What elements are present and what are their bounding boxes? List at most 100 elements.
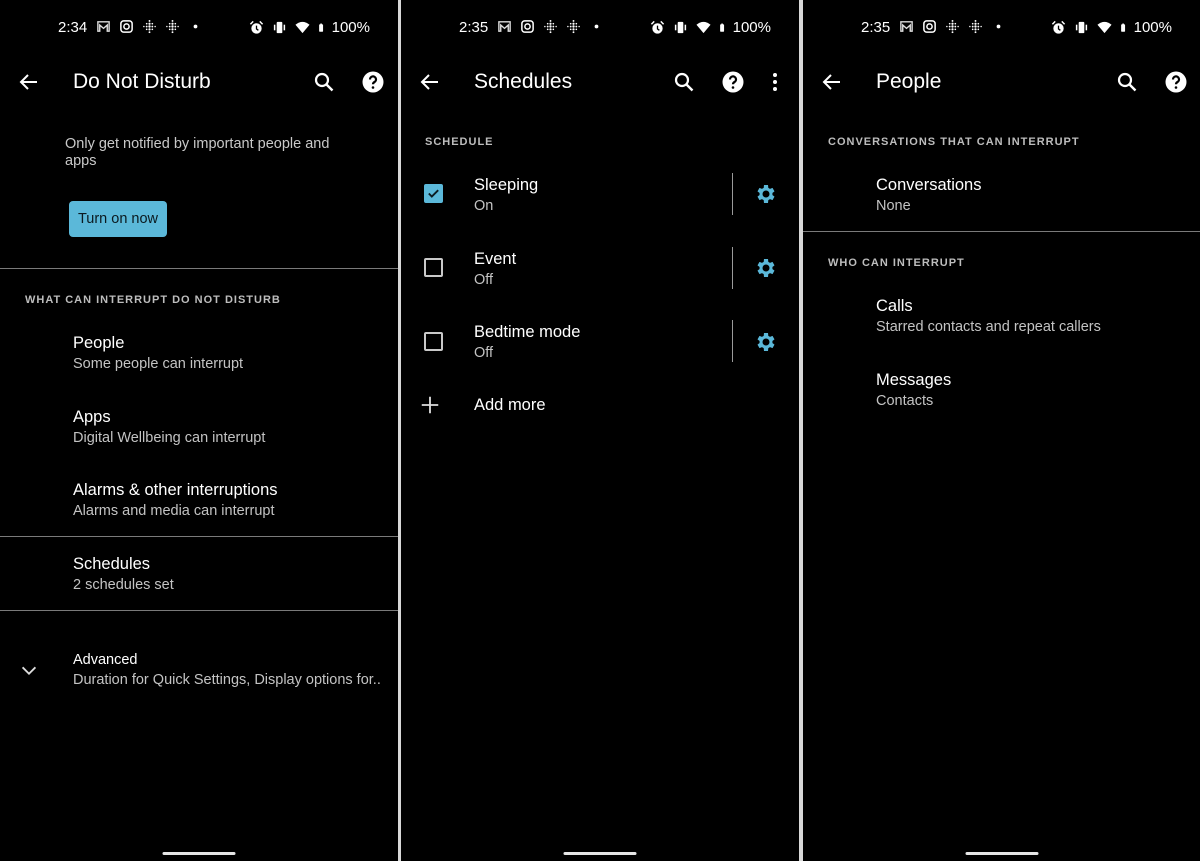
status-time: 2:34 [58, 19, 88, 36]
schedule-item-sleeping[interactable]: Sleeping On [401, 176, 799, 242]
battery-percentage: 100% [732, 19, 771, 36]
gmail-icon [900, 21, 913, 32]
settings-item-conversations[interactable]: Conversations None [803, 176, 1200, 242]
battery-icon [1120, 23, 1125, 32]
item-title: Schedules [73, 555, 151, 573]
fitbit-icon [946, 19, 959, 34]
notification-icons [899, 19, 1006, 34]
help-icon[interactable] [1164, 70, 1188, 94]
add-more-button[interactable]: Add more [401, 396, 799, 426]
item-subtitle: On [474, 198, 494, 214]
item-title: Calls [876, 297, 913, 315]
gesture-nav-handle[interactable] [162, 852, 236, 855]
instagram-icon [120, 20, 133, 33]
app-bar: People [803, 62, 1200, 102]
back-arrow-icon[interactable] [820, 70, 844, 94]
status-bar: 2:34 100% [0, 17, 398, 39]
fitbit-icon [544, 19, 557, 34]
fitbit-icon [969, 19, 982, 34]
gmail-icon [498, 21, 511, 32]
status-bar: 2:35 100% [401, 17, 799, 39]
item-title: Messages [876, 371, 952, 389]
instagram-icon [521, 20, 534, 33]
status-bar: 2:35 100% [803, 17, 1200, 39]
item-subtitle: 2 schedules set [73, 577, 174, 593]
gear-icon[interactable] [754, 256, 778, 280]
item-subtitle: Off [474, 345, 494, 361]
gesture-nav-handle[interactable] [965, 852, 1038, 855]
divider [732, 173, 733, 215]
item-title: Bedtime mode [474, 323, 581, 341]
item-subtitle: Some people can interrupt [73, 356, 244, 372]
vibrate-icon [1075, 21, 1087, 34]
schedule-item-event[interactable]: Event Off [401, 250, 799, 316]
do-not-disturb-screen: 2:34 100% Do Not Disturb Only get notifi… [0, 0, 398, 861]
item-subtitle: Off [474, 272, 494, 288]
back-arrow-icon[interactable] [17, 70, 41, 94]
wifi-icon [1097, 21, 1112, 34]
search-icon[interactable] [1115, 70, 1139, 94]
people-screen: 2:35 100% People CONVERSATIONS THAT CAN … [803, 0, 1200, 861]
app-bar: Do Not Disturb [0, 62, 398, 102]
section-header-schedule: SCHEDULE [425, 136, 494, 148]
settings-item-advanced[interactable]: Advanced Duration for Quick Settings, Di… [0, 652, 398, 718]
schedules-screen: 2:35 100% Schedules SCHEDULE Sleeping On [401, 0, 799, 861]
schedule-checkbox-event[interactable] [424, 258, 443, 277]
settings-item-people[interactable]: People Some people can interrupt [0, 334, 398, 400]
settings-item-alarms[interactable]: Alarms & other interruptions Alarms and … [0, 481, 398, 547]
status-time: 2:35 [861, 19, 891, 36]
app-bar: Schedules [401, 62, 799, 102]
vibrate-icon [674, 21, 686, 34]
notification-icons [497, 19, 604, 34]
settings-item-calls[interactable]: Calls Starred contacts and repeat caller… [803, 297, 1200, 363]
more-vert-icon[interactable] [763, 70, 787, 94]
schedule-checkbox-bedtime-mode[interactable] [424, 332, 443, 351]
dot-icon [594, 24, 599, 29]
status-time: 2:35 [459, 19, 489, 36]
search-icon[interactable] [672, 70, 696, 94]
item-title: Apps [73, 408, 111, 426]
dnd-description: Only get notified by important people an… [65, 136, 330, 169]
gmail-icon [97, 21, 110, 32]
item-title: Alarms & other interruptions [73, 481, 278, 499]
settings-item-apps[interactable]: Apps Digital Wellbeing can interrupt [0, 408, 398, 474]
fitbit-icon [567, 19, 580, 34]
system-icons: 100% [650, 19, 771, 36]
fitbit-icon [143, 19, 156, 34]
battery-icon [719, 23, 724, 32]
item-title: Event [474, 250, 517, 268]
section-header-conversations: CONVERSATIONS THAT CAN INTERRUPT [828, 136, 1080, 148]
item-title: Advanced [73, 652, 138, 668]
gear-icon[interactable] [754, 330, 778, 354]
dot-icon [193, 24, 198, 29]
add-more-label: Add more [474, 396, 546, 414]
divider [803, 231, 1200, 232]
page-title: Do Not Disturb [73, 70, 211, 93]
settings-item-schedules[interactable]: Schedules 2 schedules set [0, 555, 398, 621]
schedule-item-bedtime-mode[interactable]: Bedtime mode Off [401, 323, 799, 389]
gear-icon[interactable] [754, 182, 778, 206]
system-icons: 100% [1051, 19, 1172, 36]
section-header-who-can-interrupt: WHO CAN INTERRUPT [828, 257, 965, 269]
item-subtitle: Duration for Quick Settings, Display opt… [73, 672, 381, 688]
item-subtitle: Digital Wellbeing can interrupt [73, 430, 266, 446]
search-icon[interactable] [312, 70, 336, 94]
help-icon[interactable] [721, 70, 745, 94]
wifi-icon [696, 21, 711, 34]
notification-icons [96, 19, 203, 34]
schedule-checkbox-sleeping[interactable] [424, 184, 443, 203]
instagram-icon [923, 20, 936, 33]
section-header-what-can-interrupt: WHAT CAN INTERRUPT DO NOT DISTURB [25, 294, 281, 306]
alarm-icon [249, 20, 263, 34]
divider [0, 268, 398, 269]
turn-on-now-button[interactable]: Turn on now [69, 201, 167, 237]
settings-item-messages[interactable]: Messages Contacts [803, 371, 1200, 437]
item-title: Sleeping [474, 176, 539, 194]
gesture-nav-handle[interactable] [563, 852, 637, 855]
battery-percentage: 100% [331, 19, 370, 36]
item-title: People [73, 334, 125, 352]
help-icon[interactable] [361, 70, 385, 94]
dot-icon [996, 24, 1001, 29]
back-arrow-icon[interactable] [418, 70, 442, 94]
item-subtitle: None [876, 198, 911, 214]
